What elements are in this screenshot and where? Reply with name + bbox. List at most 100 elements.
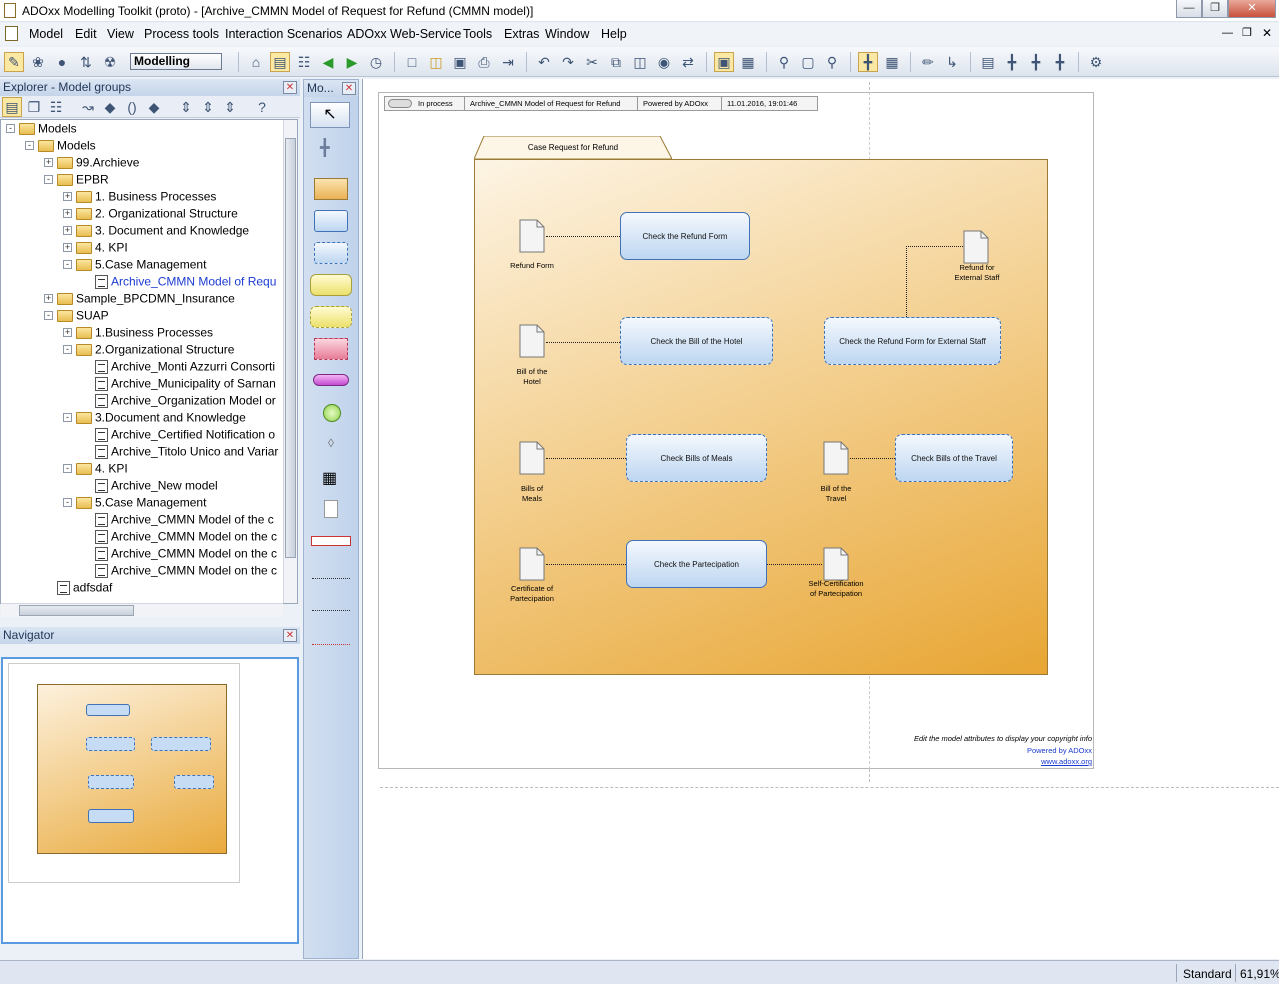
brackets-icon[interactable]: () [122, 97, 142, 117]
simulation-icon[interactable]: ⇅ [76, 52, 96, 72]
case-file-icon[interactable] [519, 441, 545, 475]
modelling-icon[interactable]: ✎ [4, 52, 24, 72]
case-file-icon[interactable] [823, 547, 849, 581]
redo-icon[interactable]: ↷ [558, 52, 578, 72]
tree-item[interactable]: Archive_CMMN Model of the c [82, 511, 274, 528]
print-icon[interactable]: ⎙ [474, 52, 494, 72]
association-tool[interactable] [312, 578, 350, 579]
tree-item[interactable]: Archive_CMMN Model on the c [82, 545, 277, 562]
settings-icon[interactable]: ⚙ [1086, 52, 1106, 72]
dependency-tool[interactable] [312, 610, 350, 611]
discretionary-stage-tool[interactable] [310, 306, 352, 328]
analysis-icon[interactable]: ● [52, 52, 72, 72]
restore-button[interactable]: ❐ [1202, 0, 1228, 18]
hierarchy-icon[interactable]: ☷ [46, 97, 66, 117]
expand-icon[interactable]: + [63, 243, 72, 253]
grid-snap-icon[interactable]: ╋ [858, 52, 878, 72]
event-tool[interactable] [313, 374, 349, 386]
tree-item[interactable]: +1.Business Processes [63, 324, 213, 341]
task-check-refund-form[interactable]: Check the Refund Form [620, 212, 750, 260]
collapse-all-icon[interactable]: ⇕ [198, 97, 218, 117]
collapse-icon[interactable]: - [6, 124, 15, 134]
tree-item[interactable]: - Models [25, 137, 96, 154]
tree-item[interactable]: - 3.Document and Knowledge [63, 409, 246, 426]
task-check-bill-hotel[interactable]: Check the Bill of the Hotel [620, 317, 773, 365]
case-file-icon[interactable] [963, 230, 989, 264]
chart-icon[interactable]: ↝ [78, 97, 98, 117]
case-file-icon[interactable] [519, 219, 545, 253]
close-window-button[interactable]: ✕ [1228, 0, 1276, 18]
expand-icon[interactable]: + [63, 209, 72, 219]
tree-vertical-scrollbar[interactable] [283, 120, 297, 603]
tree-item[interactable]: +3. Document and Knowledge [63, 222, 249, 239]
layout-icon[interactable]: ╋ [1050, 52, 1070, 72]
task-check-bills-travel[interactable]: Check Bills of the Travel [895, 434, 1013, 482]
menu-model[interactable]: Model [29, 27, 63, 41]
sentry-tool[interactable]: ◊ [328, 436, 334, 450]
collapse-icon[interactable]: - [63, 464, 72, 474]
expand-icon[interactable]: + [44, 158, 53, 168]
db-view-icon[interactable]: ▤ [2, 97, 22, 117]
back-icon[interactable]: ◀ [318, 52, 338, 72]
paste-icon[interactable]: ◫ [630, 52, 650, 72]
table-tool[interactable]: ▦ [322, 468, 337, 488]
acquisition-icon[interactable]: ❀ [28, 52, 48, 72]
stage-tool[interactable] [310, 274, 352, 296]
help-icon[interactable]: ? [252, 97, 272, 117]
navigator-close-icon[interactable]: ✕ [283, 629, 297, 642]
tree-item[interactable]: Archive_CMMN Model of Requ [82, 273, 276, 290]
case-file-icon[interactable] [823, 441, 849, 475]
diamond-icon[interactable]: ◆ [144, 97, 164, 117]
collapse-icon[interactable]: - [25, 141, 34, 151]
tree-item[interactable]: - 2.Organizational Structure [63, 341, 234, 358]
pointer-tool[interactable]: ↖ [310, 102, 350, 128]
tree-item[interactable]: - 5.Case Management [63, 256, 206, 273]
adoxx-link[interactable]: www.adoxx.org [1041, 757, 1092, 766]
tree-item[interactable]: Archive_New model [82, 477, 218, 494]
navigator-preview[interactable] [1, 657, 299, 944]
tree-item[interactable]: Archive_CMMN Model on the c [82, 528, 277, 545]
menu-tools[interactable]: Tools [463, 27, 492, 41]
collapse-icon[interactable]: - [63, 498, 72, 508]
tree-item[interactable]: Archive_CMMN Model on the c [82, 562, 277, 579]
tree-item[interactable]: - Models [6, 120, 77, 137]
tree-item[interactable]: +4. KPI [63, 239, 128, 256]
collapse-icon[interactable]: - [44, 311, 53, 321]
grid-icon[interactable]: ▦ [882, 52, 902, 72]
menu-extras[interactable]: Extras [504, 27, 539, 41]
case-file-icon[interactable] [519, 547, 545, 581]
tree-item[interactable]: - 4. KPI [63, 460, 128, 477]
collapse-icon[interactable]: - [63, 345, 72, 355]
export-icon[interactable]: ⇥ [498, 52, 518, 72]
highlight-icon[interactable]: ✏ [918, 52, 938, 72]
task-check-bills-meals[interactable]: Check Bills of Meals [626, 434, 767, 482]
mdi-restore-button[interactable]: ❐ [1242, 26, 1252, 39]
undo-icon[interactable]: ↶ [534, 52, 554, 72]
expand-icon[interactable]: + [63, 328, 72, 338]
discretionary-task-tool[interactable] [314, 242, 348, 264]
tree-item[interactable]: Archive_Organization Model or [82, 392, 276, 409]
annotation-tool[interactable] [311, 536, 351, 546]
copy-icon[interactable]: ⧉ [606, 52, 626, 72]
expand-icon[interactable]: + [44, 294, 53, 304]
task-check-partecipation[interactable]: Check the Partecipation [626, 540, 767, 588]
tree-item[interactable]: Archive_Municipality of Sarnan [82, 375, 276, 392]
tree-item[interactable]: +2. Organizational Structure [63, 205, 238, 222]
windows-icon[interactable]: ❐ [24, 97, 44, 117]
mode-selector[interactable]: Modelling [130, 53, 222, 70]
evaluation-icon[interactable]: ☢ [100, 52, 120, 72]
connector-tool[interactable]: ╋ [320, 138, 330, 158]
menu-window[interactable]: Window [545, 27, 589, 41]
task-tool[interactable] [314, 210, 348, 232]
collapse-icon[interactable]: - [63, 413, 72, 423]
tree-item[interactable]: + Sample_BPCDMN_Insurance [44, 290, 235, 307]
task-check-refund-external[interactable]: Check the Refund Form for External Staff [824, 317, 1001, 365]
case-file-icon[interactable] [519, 324, 545, 358]
milestone-tool[interactable] [314, 338, 348, 360]
menu-process-tools[interactable]: Process tools [144, 27, 219, 41]
find-icon[interactable]: ◉ [654, 52, 674, 72]
minimize-button[interactable]: — [1176, 0, 1202, 18]
tree-horizontal-scrollbar[interactable] [1, 603, 283, 617]
save-icon[interactable]: ▣ [450, 52, 470, 72]
expand-icon[interactable]: + [63, 192, 72, 202]
